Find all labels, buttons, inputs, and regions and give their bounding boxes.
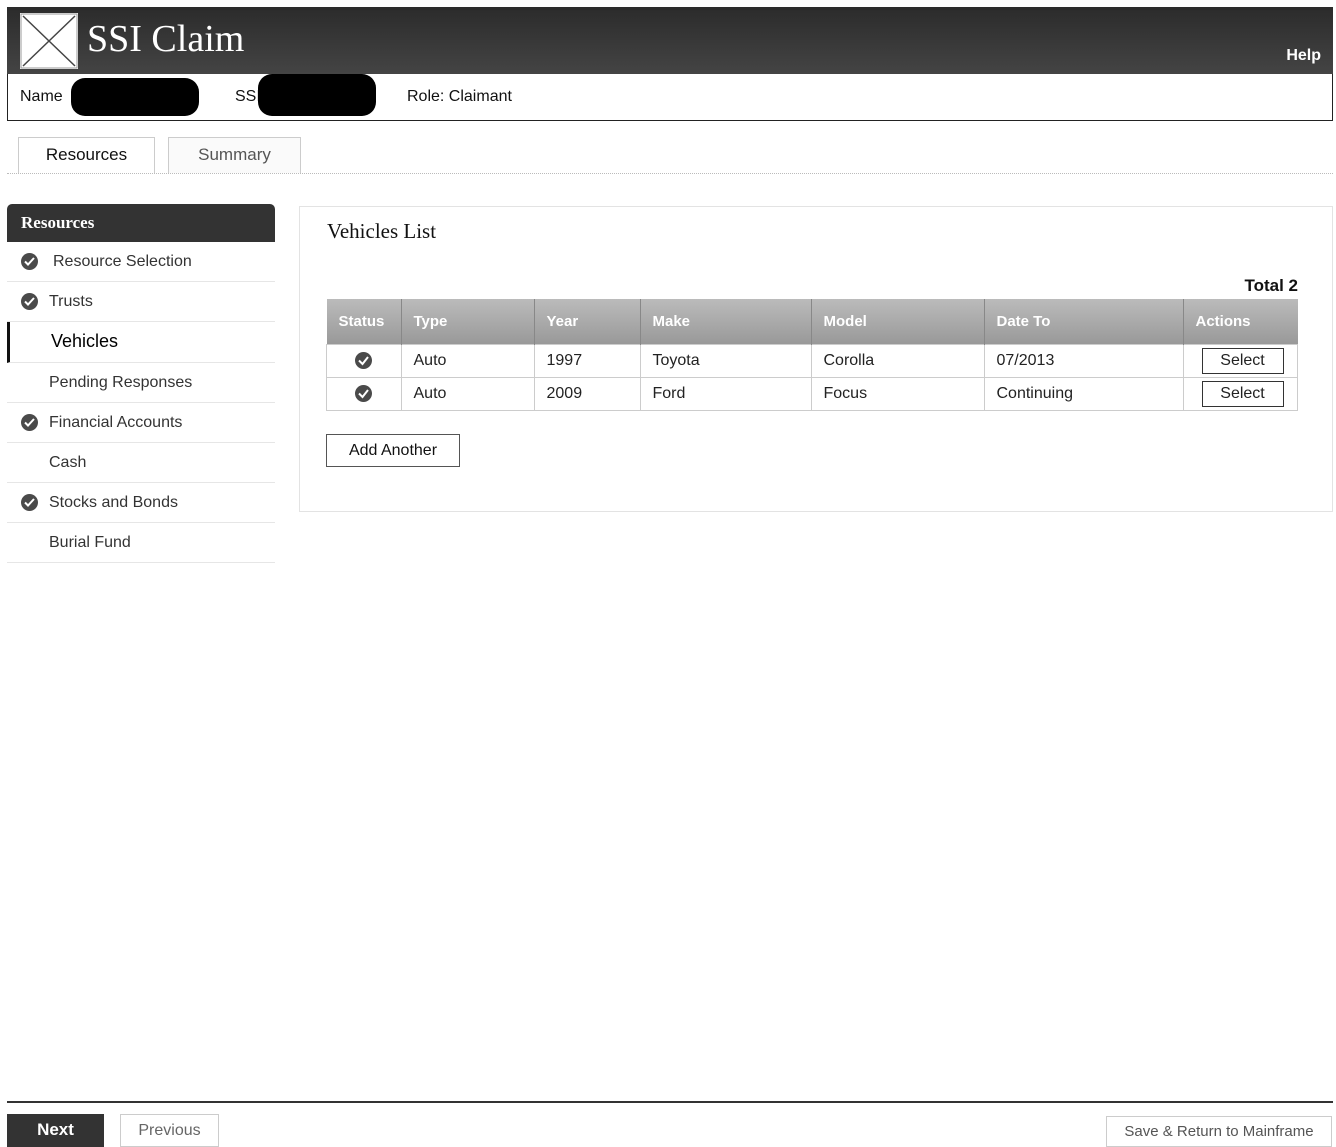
status-cell: [326, 344, 402, 378]
make-cell: Toyota: [639, 344, 812, 378]
vehicles-panel: Vehicles List Total 2 Status Type Year M…: [299, 206, 1333, 512]
add-another-button[interactable]: Add Another: [326, 434, 460, 467]
previous-button[interactable]: Previous: [120, 1114, 219, 1147]
sidebar-item-label: Trusts: [49, 293, 93, 310]
footer-divider: [7, 1101, 1333, 1103]
model-cell: Corolla: [810, 344, 985, 378]
check-circle-icon: [355, 352, 373, 370]
sidebar-item-stocks-and-bonds[interactable]: Stocks and Bonds: [7, 483, 275, 523]
actions-cell: Select: [1182, 344, 1298, 378]
save-return-mainframe-button[interactable]: Save & Return to Mainframe: [1106, 1116, 1332, 1147]
year-cell: 2009: [533, 377, 641, 411]
sidebar: Resources Resource Selection Trusts Vehi…: [7, 204, 275, 563]
sidebar-item-pending-responses[interactable]: Pending Responses: [7, 363, 275, 403]
check-circle-icon: [21, 293, 38, 310]
sidebar-item-trusts[interactable]: Trusts: [7, 282, 275, 322]
ssn-label: SSI: [235, 88, 261, 105]
help-link[interactable]: Help: [1286, 47, 1321, 65]
check-circle-icon: [21, 414, 38, 431]
check-circle-icon: [21, 494, 38, 511]
sidebar-item-label: Pending Responses: [49, 374, 193, 391]
sidebar-item-label: Burial Fund: [49, 534, 131, 551]
table-header-row: Status Type Year Make Model Date To Acti…: [326, 299, 1298, 345]
column-header-make[interactable]: Make: [640, 299, 812, 345]
check-circle-icon: [355, 385, 373, 403]
total-count: Total 2: [1244, 276, 1298, 295]
column-header-date-to[interactable]: Date To: [984, 299, 1184, 345]
sidebar-item-label: Cash: [49, 454, 87, 471]
sidebar-item-label: Financial Accounts: [49, 414, 183, 431]
model-cell: Focus: [810, 377, 985, 411]
app-header: SSI Claim Help: [7, 7, 1333, 74]
select-button[interactable]: Select: [1201, 381, 1284, 407]
claimant-info-bar: Name SSI Role: Claimant: [7, 74, 1333, 121]
actions-cell: Select: [1182, 377, 1298, 411]
table-row: Auto 1997 Toyota Corolla 07/2013 Select: [326, 344, 1298, 378]
vehicles-table: Status Type Year Make Model Date To Acti…: [326, 299, 1298, 411]
make-cell: Ford: [639, 377, 812, 411]
app-title: SSI Claim: [87, 18, 245, 60]
name-label: Name: [20, 88, 63, 105]
column-header-status[interactable]: Status: [326, 299, 402, 345]
role-label: Role: Claimant: [407, 88, 512, 105]
redacted-name: [71, 78, 199, 116]
sidebar-item-resource-selection[interactable]: Resource Selection: [7, 242, 275, 282]
tab-divider: [7, 173, 1333, 174]
column-header-actions: Actions: [1183, 299, 1298, 345]
select-button[interactable]: Select: [1201, 348, 1284, 374]
status-cell: [326, 377, 402, 411]
year-cell: 1997: [533, 344, 641, 378]
sidebar-item-cash[interactable]: Cash: [7, 443, 275, 483]
type-cell: Auto: [400, 377, 535, 411]
type-cell: Auto: [400, 344, 535, 378]
sidebar-item-vehicles[interactable]: Vehicles: [7, 322, 275, 363]
tab-summary[interactable]: Summary: [168, 137, 301, 173]
check-circle-icon: [21, 253, 38, 270]
sidebar-item-label: Vehicles: [51, 331, 119, 351]
sidebar-item-financial-accounts[interactable]: Financial Accounts: [7, 403, 275, 443]
sidebar-item-label: Resource Selection: [53, 253, 192, 270]
column-header-model[interactable]: Model: [811, 299, 985, 345]
page-title: Vehicles List: [327, 219, 437, 243]
column-header-type[interactable]: Type: [401, 299, 535, 345]
x-box-logo-icon: [20, 13, 78, 69]
column-header-year[interactable]: Year: [534, 299, 641, 345]
redacted-ssn: [258, 74, 376, 116]
date-to-cell: 07/2013: [983, 344, 1184, 378]
table-row: Auto 2009 Ford Focus Continuing Select: [326, 377, 1298, 411]
date-to-cell: Continuing: [983, 377, 1184, 411]
sidebar-item-burial-fund[interactable]: Burial Fund: [7, 523, 275, 563]
sidebar-item-label: Stocks and Bonds: [49, 494, 178, 511]
next-button[interactable]: Next: [7, 1114, 104, 1147]
tab-resources[interactable]: Resources: [18, 137, 155, 174]
sidebar-header: Resources: [7, 204, 275, 242]
